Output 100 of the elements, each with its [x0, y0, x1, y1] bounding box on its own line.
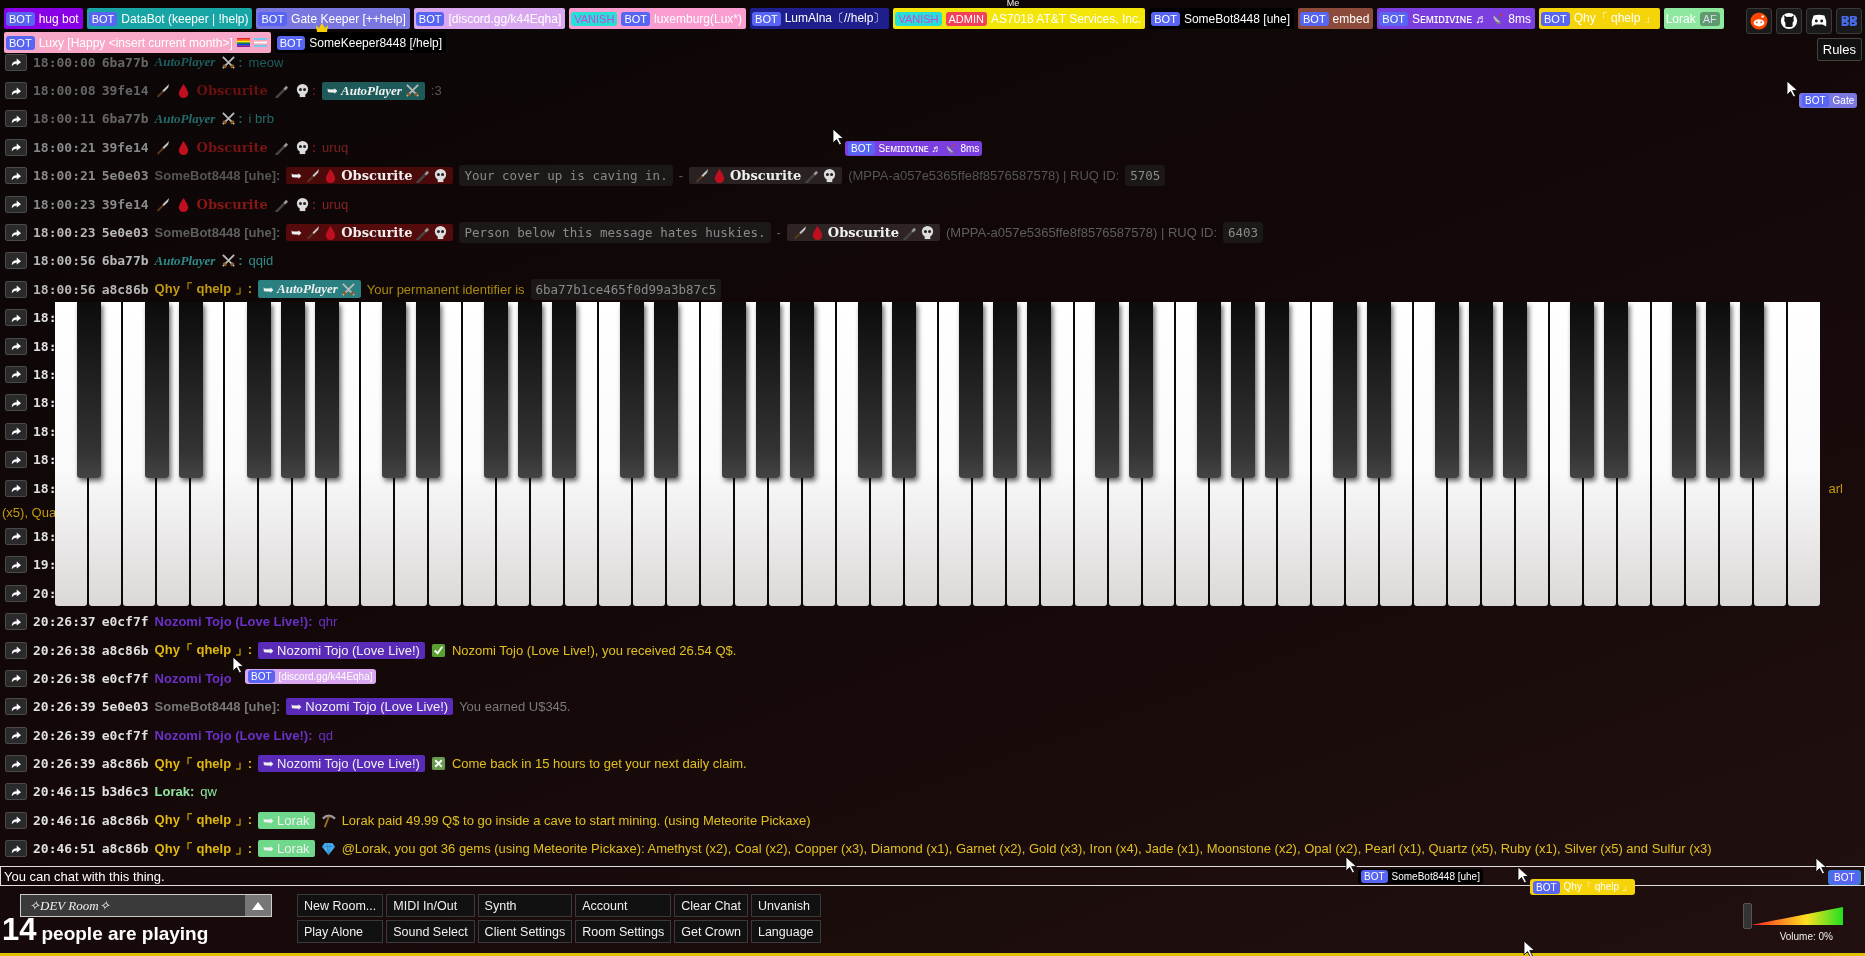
user-name: Qhy「 qhelp 」 — [1573, 10, 1656, 27]
link-button[interactable] — [1776, 8, 1802, 34]
reply-button[interactable] — [5, 224, 27, 242]
mention-name: Nozomi Tojo (Love Live!) — [277, 642, 420, 658]
reply-button[interactable] — [5, 280, 27, 298]
timestamp: 18:00:00 — [33, 54, 96, 70]
reply-button[interactable] — [5, 698, 27, 716]
role-tag: BOT — [1533, 880, 1560, 894]
dropdown-button[interactable] — [245, 895, 271, 916]
timestamp: 18: — [33, 367, 57, 382]
menu-button[interactable]: Account — [575, 894, 672, 917]
share-arrow-icon — [10, 730, 22, 741]
role-tag: BOT — [248, 670, 275, 683]
timestamp: 20:46:16 — [33, 812, 96, 828]
reply-button[interactable] — [5, 755, 27, 773]
user-id: e0cf7f — [101, 670, 149, 686]
reply-button[interactable] — [5, 527, 27, 545]
cursor-icon — [1523, 940, 1536, 956]
reply-button[interactable] — [5, 422, 27, 440]
reply-button[interactable] — [5, 366, 27, 383]
timestamp: 20:26:38 — [33, 670, 96, 686]
role-tag: BOT — [88, 11, 118, 26]
user-name: Qhy「 qhelp 」: — [154, 811, 253, 830]
timestamp: 18: — [33, 310, 57, 326]
skull-icon — [294, 83, 310, 99]
reply-button[interactable] — [5, 669, 27, 687]
reply-button[interactable] — [5, 195, 27, 213]
role-tag: VANISH — [895, 11, 942, 26]
reply-button[interactable] — [5, 252, 27, 270]
timestamp: 18:00:08 — [33, 83, 96, 99]
reply-button[interactable] — [5, 394, 27, 412]
share-arrow-icon — [10, 426, 22, 437]
link-button[interactable] — [1746, 8, 1772, 34]
reply-button[interactable] — [5, 783, 27, 801]
share-arrow-icon — [10, 616, 22, 627]
skull-icon — [433, 168, 449, 184]
reply-button[interactable] — [5, 556, 27, 574]
role-tag: BOT — [752, 11, 781, 26]
rules-button[interactable]: Rules — [1816, 38, 1862, 61]
knife-icon — [694, 168, 709, 184]
reply-button[interactable] — [5, 451, 27, 469]
code-snippet: 6403 — [1223, 222, 1264, 244]
share-arrow-icon — [10, 57, 22, 68]
reply-button[interactable] — [5, 641, 27, 659]
menu-button[interactable]: Language — [750, 920, 821, 943]
role-tag: ADMIN — [945, 11, 987, 26]
reply-button[interactable] — [5, 840, 27, 858]
share-arrow-icon — [10, 142, 22, 153]
reply-button[interactable] — [5, 82, 27, 100]
user-name: AS7018 AT&T Services, Inc. — [991, 11, 1142, 26]
menu-button[interactable]: New Room... — [297, 894, 384, 917]
name-colon: : — [238, 54, 243, 70]
piano-keyboard[interactable] — [55, 302, 1820, 606]
reply-button[interactable] — [5, 309, 27, 327]
reply-button[interactable] — [5, 811, 27, 829]
role-tag: BOT — [6, 11, 35, 26]
message-text: uruq — [322, 139, 349, 155]
player-count: 14 — [2, 915, 37, 945]
menu-button[interactable]: Synth — [477, 894, 573, 917]
timestamp: 18: — [33, 423, 57, 439]
name-colon: : — [238, 111, 243, 127]
user-name: Nozomi Tojo — [154, 670, 232, 686]
menu-button[interactable]: Get Crown — [674, 920, 748, 943]
reply-button[interactable] — [5, 726, 27, 744]
user-name: [discord.gg/k44Eqha] — [278, 671, 373, 682]
menu-button[interactable]: Play Alone — [297, 920, 384, 943]
reply-button[interactable] — [5, 53, 27, 71]
role-tag: BOT — [1831, 871, 1858, 884]
user-name: luxemburg(Lux*) — [654, 11, 743, 26]
user-name: DataBot (keeper | !help) — [121, 11, 249, 26]
reply-arrow: ➥ — [291, 699, 303, 715]
menu-button[interactable]: Clear Chat — [674, 894, 748, 917]
satellite-dish-icon — [1491, 12, 1505, 25]
menu-button[interactable]: MIDI In/Out — [386, 894, 475, 917]
room-select[interactable]: ✧DEV Room✧ — [20, 894, 272, 917]
share-arrow-icon — [10, 170, 22, 181]
reply-button[interactable] — [5, 584, 27, 602]
reply-button[interactable] — [5, 138, 27, 156]
reply-button[interactable] — [5, 479, 27, 497]
timestamp: 20:26:38 — [33, 642, 96, 658]
timestamp: 18: — [33, 528, 57, 544]
reply-button[interactable] — [5, 167, 27, 185]
timestamp: 20:26:39 — [33, 727, 96, 743]
reply-button[interactable] — [5, 110, 27, 128]
menu-button[interactable]: Unvanish — [750, 894, 821, 917]
user-name: LumAlna〔//help〕 — [784, 10, 886, 27]
cursor-icon — [1815, 857, 1828, 875]
link-button[interactable] — [1806, 8, 1832, 34]
share-arrow-icon — [10, 284, 22, 295]
reply-button[interactable] — [5, 613, 27, 631]
reply-button[interactable] — [5, 337, 27, 355]
menu-button[interactable]: Client Settings — [477, 920, 573, 943]
name-colon: : — [311, 139, 317, 155]
user-name: AutoPlayer — [154, 252, 216, 269]
volume-slider[interactable] — [1743, 903, 1843, 929]
user-name: Lorak — [1665, 11, 1696, 26]
user-name: SomeBot8448 [uhe] — [1183, 11, 1290, 26]
cursor-icon — [1517, 866, 1530, 884]
menu-button[interactable]: Room Settings — [575, 920, 672, 943]
menu-button[interactable]: Sound Select — [386, 920, 475, 943]
